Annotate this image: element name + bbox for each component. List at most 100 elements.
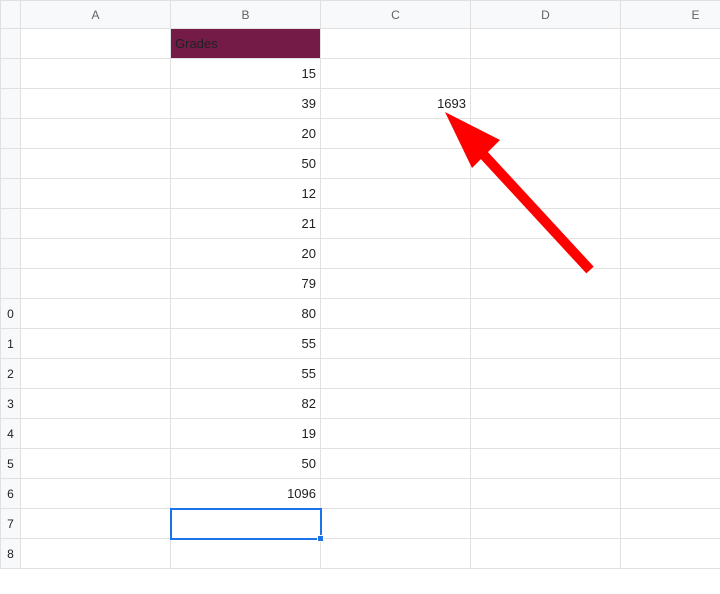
cell-C1[interactable] — [321, 29, 471, 59]
row-header[interactable]: 5 — [1, 449, 21, 479]
cell-A18[interactable] — [21, 539, 171, 569]
cell-E15[interactable] — [621, 449, 720, 479]
cell-E16[interactable] — [621, 479, 720, 509]
cell-E4[interactable] — [621, 119, 720, 149]
row-header[interactable]: 2 — [1, 359, 21, 389]
cell-B3[interactable]: 39 — [171, 89, 321, 119]
row-header[interactable] — [1, 149, 21, 179]
cell-D9[interactable] — [471, 269, 621, 299]
cell-C16[interactable] — [321, 479, 471, 509]
cell-B13[interactable]: 82 — [171, 389, 321, 419]
cell-E8[interactable] — [621, 239, 720, 269]
cell-E5[interactable] — [621, 149, 720, 179]
row-header[interactable]: 7 — [1, 509, 21, 539]
cell-C17[interactable] — [321, 509, 471, 539]
cell-C8[interactable] — [321, 239, 471, 269]
row-header[interactable]: 1 — [1, 329, 21, 359]
cell-A4[interactable] — [21, 119, 171, 149]
cell-C7[interactable] — [321, 209, 471, 239]
selection-handle[interactable] — [317, 535, 324, 542]
row-header[interactable] — [1, 59, 21, 89]
cell-D8[interactable] — [471, 239, 621, 269]
cell-A8[interactable] — [21, 239, 171, 269]
cell-D2[interactable] — [471, 59, 621, 89]
cell-D1[interactable] — [471, 29, 621, 59]
cell-C10[interactable] — [321, 299, 471, 329]
cell-E14[interactable] — [621, 419, 720, 449]
cell-D7[interactable] — [471, 209, 621, 239]
cell-B7[interactable]: 21 — [171, 209, 321, 239]
cell-E13[interactable] — [621, 389, 720, 419]
cell-C18[interactable] — [321, 539, 471, 569]
cell-D4[interactable] — [471, 119, 621, 149]
cell-C11[interactable] — [321, 329, 471, 359]
cell-A7[interactable] — [21, 209, 171, 239]
cell-C14[interactable] — [321, 419, 471, 449]
cell-C6[interactable] — [321, 179, 471, 209]
cell-D6[interactable] — [471, 179, 621, 209]
row-header[interactable] — [1, 179, 21, 209]
cell-B1-grades-header[interactable]: Grades — [171, 29, 321, 59]
cell-B16[interactable]: 1096 — [171, 479, 321, 509]
cell-B9[interactable]: 79 — [171, 269, 321, 299]
cell-C5[interactable] — [321, 149, 471, 179]
corner-cell[interactable] — [1, 1, 21, 29]
cell-A15[interactable] — [21, 449, 171, 479]
cell-A17[interactable] — [21, 509, 171, 539]
cell-B4[interactable]: 20 — [171, 119, 321, 149]
cell-D13[interactable] — [471, 389, 621, 419]
row-header[interactable]: 8 — [1, 539, 21, 569]
cell-B5[interactable]: 50 — [171, 149, 321, 179]
cell-D11[interactable] — [471, 329, 621, 359]
row-header[interactable] — [1, 119, 21, 149]
cell-A5[interactable] — [21, 149, 171, 179]
cell-E17[interactable] — [621, 509, 720, 539]
col-header-E[interactable]: E — [621, 1, 720, 29]
cell-A1[interactable] — [21, 29, 171, 59]
row-header[interactable]: 4 — [1, 419, 21, 449]
cell-A12[interactable] — [21, 359, 171, 389]
col-header-A[interactable]: A — [21, 1, 171, 29]
cell-A6[interactable] — [21, 179, 171, 209]
cell-E6[interactable] — [621, 179, 720, 209]
cell-A9[interactable] — [21, 269, 171, 299]
cell-C3[interactable]: 1693 — [321, 89, 471, 119]
cell-A11[interactable] — [21, 329, 171, 359]
row-header[interactable] — [1, 239, 21, 269]
row-header[interactable] — [1, 29, 21, 59]
cell-C2[interactable] — [321, 59, 471, 89]
cell-B2[interactable]: 15 — [171, 59, 321, 89]
cell-E1[interactable] — [621, 29, 720, 59]
cell-E18[interactable] — [621, 539, 720, 569]
cell-B8[interactable]: 20 — [171, 239, 321, 269]
spreadsheet-grid[interactable]: A B C D E Grades 15 39 1693 — [0, 0, 720, 569]
cell-A16[interactable] — [21, 479, 171, 509]
cell-A14[interactable] — [21, 419, 171, 449]
cell-D12[interactable] — [471, 359, 621, 389]
cell-B6[interactable]: 12 — [171, 179, 321, 209]
cell-B15[interactable]: 50 — [171, 449, 321, 479]
cell-E9[interactable] — [621, 269, 720, 299]
cell-D14[interactable] — [471, 419, 621, 449]
cell-D5[interactable] — [471, 149, 621, 179]
cell-D16[interactable] — [471, 479, 621, 509]
cell-A10[interactable] — [21, 299, 171, 329]
cell-B14[interactable]: 19 — [171, 419, 321, 449]
cell-A2[interactable] — [21, 59, 171, 89]
row-header[interactable]: 3 — [1, 389, 21, 419]
cell-B12[interactable]: 55 — [171, 359, 321, 389]
cell-C9[interactable] — [321, 269, 471, 299]
cell-E7[interactable] — [621, 209, 720, 239]
col-header-C[interactable]: C — [321, 1, 471, 29]
cell-C4[interactable] — [321, 119, 471, 149]
cell-E12[interactable] — [621, 359, 720, 389]
cell-C12[interactable] — [321, 359, 471, 389]
row-header[interactable] — [1, 269, 21, 299]
cell-E2[interactable] — [621, 59, 720, 89]
cell-C13[interactable] — [321, 389, 471, 419]
cell-B11[interactable]: 55 — [171, 329, 321, 359]
cell-A13[interactable] — [21, 389, 171, 419]
row-header[interactable] — [1, 209, 21, 239]
cell-C15[interactable] — [321, 449, 471, 479]
row-header[interactable] — [1, 89, 21, 119]
